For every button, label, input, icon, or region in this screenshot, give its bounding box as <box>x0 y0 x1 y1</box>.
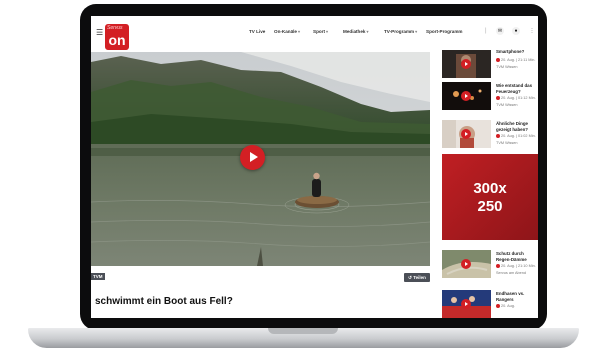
video-meta: 20. Aug. | 01:02 Min. <box>496 134 536 138</box>
video-title[interactable]: Wie entstand das Feuerzeug? <box>496 83 538 95</box>
video-thumbnail[interactable] <box>442 50 491 78</box>
video-source: TVM Wissen <box>496 141 518 145</box>
play-icon <box>461 299 471 309</box>
share-icon: ↺ <box>408 275 412 280</box>
nav-sport-label: Sport <box>313 29 325 34</box>
ad-placeholder[interactable]: 300x 250 <box>442 154 538 240</box>
clock-icon <box>496 264 500 268</box>
clock-icon <box>496 304 500 308</box>
video-date: 20. Aug. | 21:10 Min. <box>501 264 536 268</box>
logo-script: Servus <box>107 25 123 31</box>
play-icon <box>461 59 471 69</box>
video-meta: 20. Aug. | 21:11 Min. <box>496 58 535 62</box>
video-title[interactable]: Endhasen vs. Rangers <box>496 291 538 303</box>
nav-tv-programm-label: TV-Programm <box>384 29 415 34</box>
video-player[interactable] <box>91 52 430 266</box>
list-item[interactable]: Ähnliche Dinge gezeigt haben? 20. Aug. |… <box>442 120 538 154</box>
chevron-down-icon: ▾ <box>366 29 369 34</box>
video-headline: schwimmt ein Boot aus Fell? <box>95 296 233 307</box>
share-label: Teilen <box>413 275 426 280</box>
chevron-down-icon: ▾ <box>297 29 300 34</box>
nav-sport[interactable]: Sport▾ <box>313 29 328 34</box>
video-meta: 20. Aug. | 21:10 Min. <box>496 264 536 268</box>
chevron-down-icon: ▾ <box>326 29 329 34</box>
video-date: 20. Aug. <box>501 304 515 308</box>
logo-text: on <box>108 32 126 48</box>
video-source: Servus am Abend <box>496 271 526 275</box>
nav-on-kanaele[interactable]: On-Kanäle▾ <box>274 29 300 34</box>
clock-icon <box>496 134 500 138</box>
nav-tv-live[interactable]: TV Live <box>249 29 265 34</box>
video-thumbnail[interactable] <box>442 120 491 148</box>
play-icon <box>461 259 471 269</box>
list-item[interactable]: Schutz durch Regen-Dämme 20. Aug. | 21:1… <box>442 250 538 284</box>
source-tag: TVM <box>91 273 105 280</box>
video-date: 20. Aug. | 01:12 Min. <box>501 96 536 100</box>
video-meta: 20. Aug. | 01:12 Min. <box>496 96 536 100</box>
list-item[interactable]: Wie entstand das Feuerzeug? 20. Aug. | 0… <box>442 82 538 116</box>
laptop-notch <box>268 328 338 334</box>
video-thumbnail[interactable] <box>442 250 491 278</box>
clock-icon <box>496 58 500 62</box>
video-source: TVM Wissen <box>496 103 518 107</box>
video-thumbnail[interactable] <box>442 290 491 318</box>
video-title[interactable]: Schutz durch Regen-Dämme <box>496 251 538 263</box>
clock-icon <box>496 96 500 100</box>
ad-line-height: 250 <box>477 198 503 215</box>
nav-tv-programm[interactable]: TV-Programm▾ <box>384 29 417 34</box>
video-date: 20. Aug. | 21:11 Min. <box>501 58 536 62</box>
laptop-screen: ☰ Servus on TV Live On-Kanäle▾ Sport▾ Me… <box>91 16 538 318</box>
chevron-down-icon: ▾ <box>415 29 418 34</box>
list-item[interactable]: Endhasen vs. Rangers 20. Aug. <box>442 290 538 318</box>
play-icon <box>250 152 258 162</box>
menu-icon[interactable]: ☰ <box>96 29 103 37</box>
nav-mediathek-label: Mediathek <box>343 29 366 34</box>
video-meta: 20. Aug. <box>496 304 515 308</box>
nav-mediathek[interactable]: Mediathek▾ <box>343 29 368 34</box>
ad-line-size: 300x <box>473 180 507 197</box>
video-title[interactable]: Ähnliche Dinge gezeigt haben? <box>496 121 538 133</box>
share-button[interactable]: ↺ Teilen <box>404 273 430 282</box>
video-thumbnail[interactable] <box>442 82 491 110</box>
play-button[interactable] <box>240 145 265 170</box>
related-videos-sidebar: Smartphone? 20. Aug. | 21:11 Min. TVM Wi… <box>442 16 538 318</box>
play-icon <box>461 129 471 139</box>
nav-on-kanaele-label: On-Kanäle <box>274 29 297 34</box>
video-source: TVM Wissen <box>496 65 518 69</box>
video-title[interactable]: Smartphone? <box>496 49 538 55</box>
servus-on-logo[interactable]: Servus on <box>105 24 129 50</box>
play-icon <box>461 91 471 101</box>
video-date: 20. Aug. | 01:02 Min. <box>501 134 536 138</box>
list-item[interactable]: Smartphone? 20. Aug. | 21:11 Min. TVM Wi… <box>442 49 538 84</box>
